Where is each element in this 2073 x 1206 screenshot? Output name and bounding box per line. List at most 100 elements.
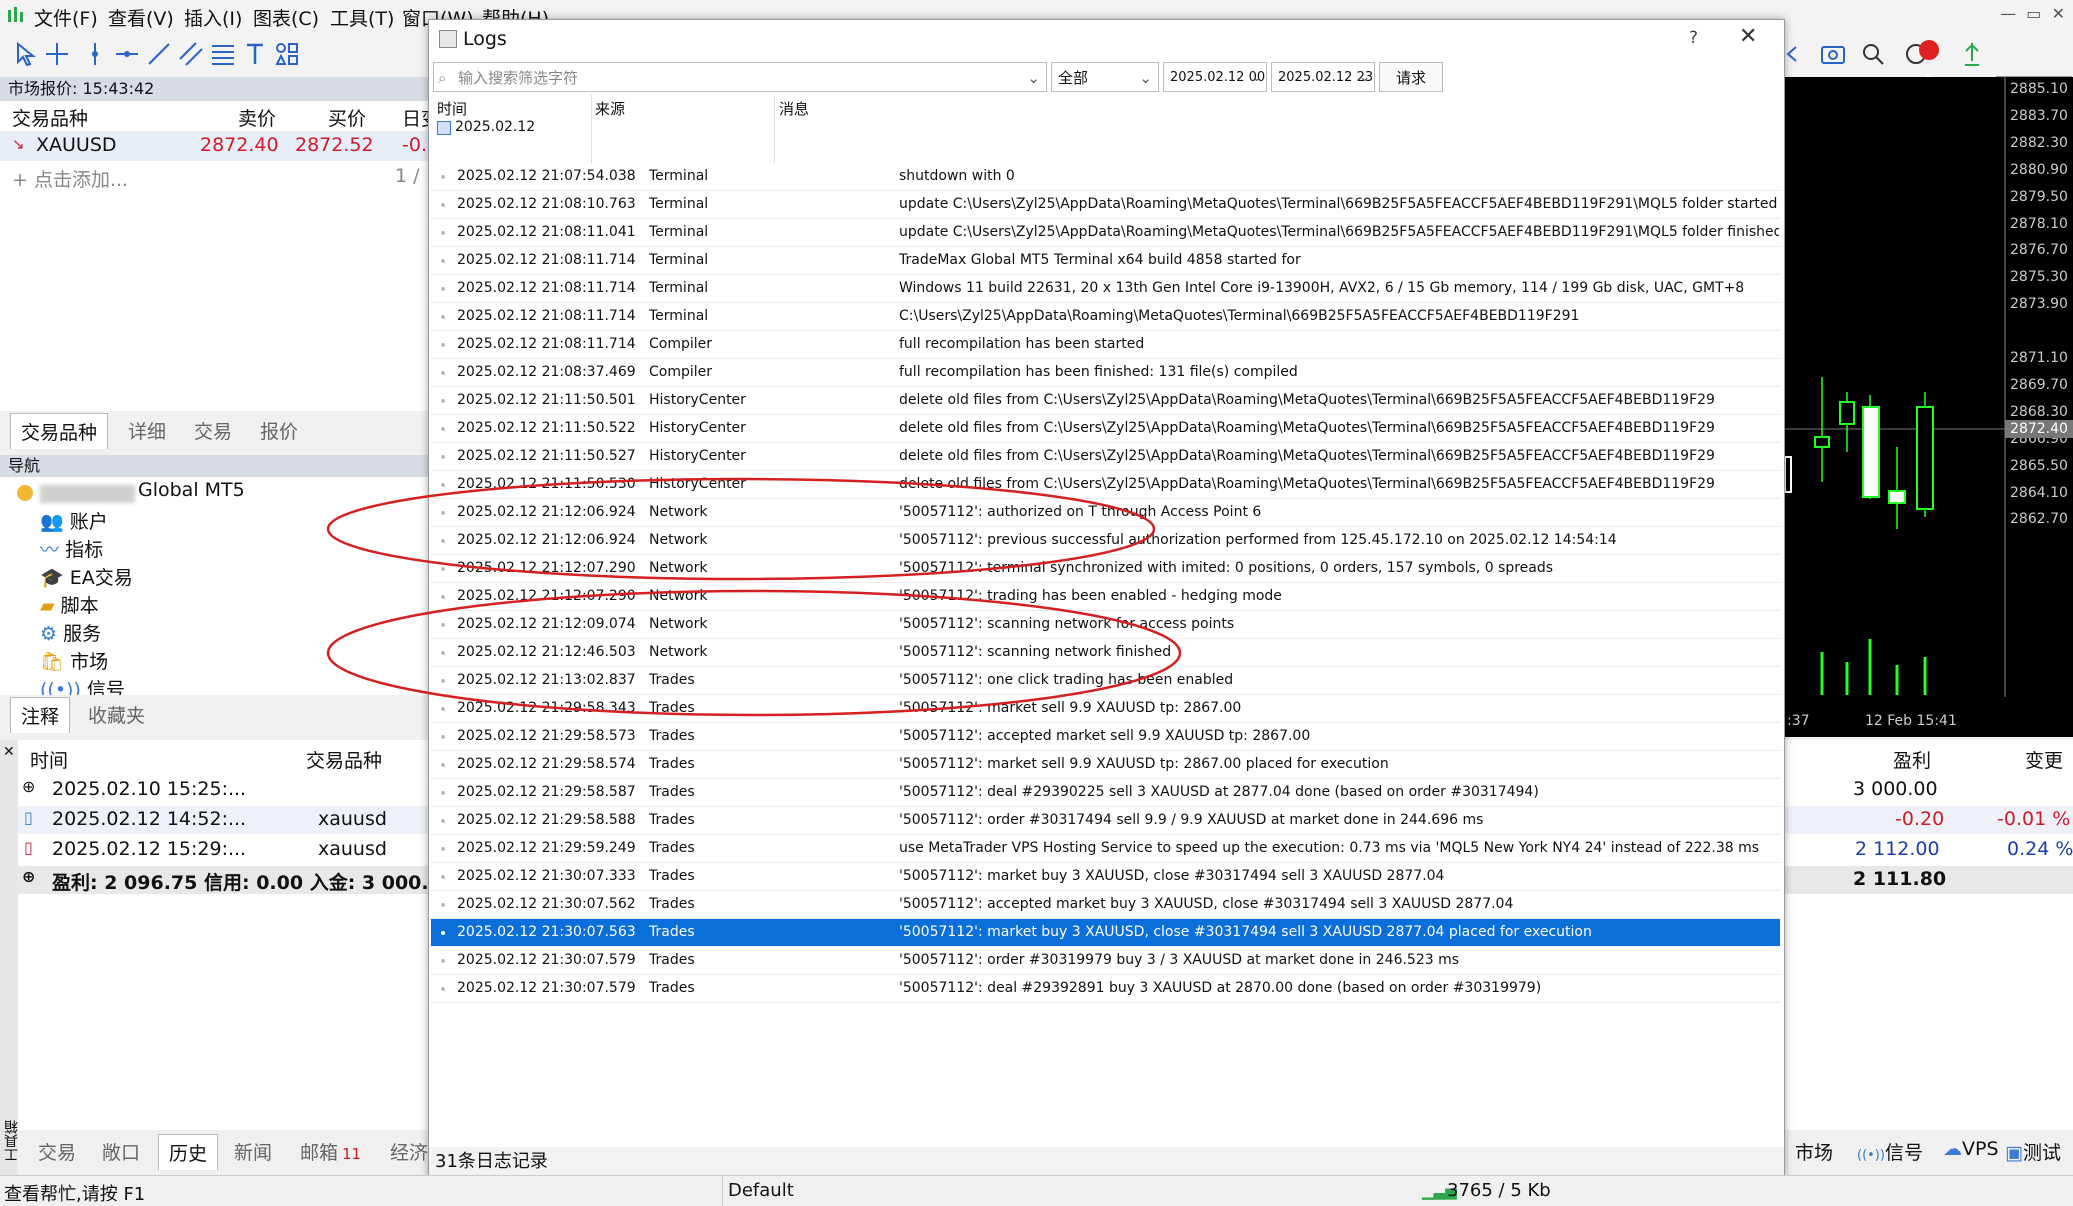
column-source[interactable]: 来源 [595,98,625,119]
log-row[interactable]: 2025.02.12 21:29:58.588 Trades '50057112':… [431,807,1780,835]
signal-strength-icon[interactable] [1957,39,1987,69]
nav-item-indicators[interactable]: 〰 指标 [40,535,103,562]
horizontal-line-icon[interactable] [112,39,142,69]
log-row[interactable]: 2025.02.12 21:30:07.333 Trades '50057112':… [431,863,1780,891]
nav-item-signals[interactable]: ((•)) 信号 [40,675,125,695]
price-tick-label: 2869.70 [2010,376,2068,393]
log-row[interactable]: 2025.02.12 21:11:50.501 HistoryCenter dele… [431,387,1780,415]
log-row[interactable]: 2025.02.12 21:29:58.343 Trades '50057112':… [431,695,1780,723]
market-row-xauusd[interactable]: ↘ XAUUSD 2872.40 2872.52 -0.8 [0,131,439,161]
log-row[interactable]: 2025.02.12 21:11:50.530 HistoryCenter dele… [431,471,1780,499]
tab-mailbox[interactable]: 邮箱 11 [290,1134,371,1169]
log-row[interactable]: 2025.02.12 21:30:07.562 Trades '50057112':… [431,891,1780,919]
log-row[interactable]: 2025.02.12 21:08:11.041 Terminal update C:… [431,219,1780,247]
column-profit[interactable]: 盈利 [1893,746,1931,773]
shapes-icon[interactable] [272,39,302,69]
history-row[interactable]: ▯ 2025.02.12 14:52:... xauusd [18,806,430,834]
column-bid[interactable]: 卖价 [238,104,276,131]
screenshot-icon[interactable] [1818,39,1848,69]
log-row[interactable]: 2025.02.12 21:12:06.924 Network '50057112'… [431,527,1780,555]
log-row[interactable]: 2025.02.12 21:29:58.573 Trades '50057112':… [431,723,1780,751]
log-row[interactable]: 2025.02.12 21:12:06.924 Network '50057112'… [431,499,1780,527]
help-button[interactable]: ? [1689,28,1698,48]
column-time[interactable]: 时间 [437,98,467,119]
log-row[interactable]: 2025.02.12 21:08:10.763 Terminal update C:… [431,191,1780,219]
back-arrow-icon[interactable] [1782,39,1802,69]
log-row[interactable]: 2025.02.12 21:29:58.587 Trades '50057112':… [431,779,1780,807]
tab-news[interactable]: 新闻 [224,1134,282,1169]
search-input[interactable]: ⌕ 输入搜索筛选字符 ⌄ [433,62,1047,92]
menu-insert[interactable]: 插入(I) [184,4,242,31]
log-row[interactable]: 2025.02.12 21:30:07.579 Trades '50057112':… [431,947,1780,975]
log-row[interactable]: 2025.02.12 21:13:02.837 Trades '50057112':… [431,667,1780,695]
tab-history[interactable]: 历史 [158,1134,219,1170]
nav-item-scripts[interactable]: ▰ 脚本 [40,591,99,618]
column-change[interactable]: 变更 [2025,746,2063,773]
tab-exposure[interactable]: 敞口 [92,1134,150,1169]
log-row[interactable]: 2025.02.12 21:29:59.249 Trades use MetaTra… [431,835,1780,863]
log-row[interactable]: 2025.02.12 21:12:09.074 Network '50057112'… [431,611,1780,639]
log-bullet-icon [441,371,445,375]
tab-symbols[interactable]: 交易品种 [10,413,109,449]
nav-item-services[interactable]: ⚙ 服务 [40,619,101,646]
tab-signals[interactable]: ((•))信号 [1847,1134,1933,1169]
dialog-titlebar[interactable]: Logs ? ✕ [429,20,1784,60]
column-symbol[interactable]: 交易品种 [306,746,382,773]
log-row[interactable]: 2025.02.12 21:12:07.290 Network '50057112'… [431,555,1780,583]
history-row[interactable]: ▯ 2025.02.12 15:29:... xauusd [18,836,430,864]
log-row[interactable]: 2025.02.12 21:11:50.527 HistoryCenter dele… [431,443,1780,471]
log-row[interactable]: 2025.02.12 21:12:46.503 Network '50057112'… [431,639,1780,667]
log-row[interactable]: 2025.02.12 21:30:07.579 Trades '50057112':… [431,975,1780,1003]
tab-favorites[interactable]: 收藏夹 [78,697,155,732]
close-icon[interactable]: ✕ [1739,24,1757,49]
log-row[interactable]: 2025.02.12 21:30:07.563 Trades '50057112':… [431,919,1780,947]
vertical-line-icon[interactable] [80,39,110,69]
request-button[interactable]: 请求 [1379,62,1443,92]
date-from-select[interactable]: 2025.02.12 00:00 ⌄ [1163,62,1267,92]
close-icon[interactable]: ✕ [3,744,15,760]
crosshair-icon[interactable] [42,39,72,69]
cursor-icon[interactable] [10,39,40,69]
log-row[interactable]: 2025.02.12 21:08:11.714 Compiler full reco… [431,331,1780,359]
menu-file[interactable]: 文件(F) [34,4,98,31]
tab-market[interactable]: 市场 [1785,1134,1843,1169]
log-row[interactable]: 2025.02.12 21:08:11.714 Terminal Windows 1… [431,275,1780,303]
history-row[interactable]: ⊕ 2025.02.10 15:25:... [18,776,430,804]
search-icon[interactable] [1858,39,1888,69]
log-row[interactable]: 2025.02.12 21:29:58.574 Trades '50057112':… [431,751,1780,779]
tab-trade[interactable]: 交易 [28,1134,86,1169]
date-to-select[interactable]: 2025.02.12 23:59 ⌄ [1271,62,1375,92]
log-row[interactable]: 2025.02.12 21:08:11.714 Terminal C:\Users\… [431,303,1780,331]
log-row[interactable]: 2025.02.12 21:08:37.469 Compiler full reco… [431,359,1780,387]
menu-view[interactable]: 查看(V) [108,4,174,31]
column-ask[interactable]: 买价 [328,104,366,131]
column-message[interactable]: 消息 [779,98,809,119]
text-tool-icon[interactable] [240,39,270,69]
tab-ticks[interactable]: 报价 [250,413,308,448]
log-row[interactable]: 2025.02.12 21:12:07.290 Network '50057112'… [431,583,1780,611]
log-row[interactable]: 2025.02.12 21:08:11.714 Terminal TradeMax … [431,247,1780,275]
source-filter-select[interactable]: 全部 ⌄ [1051,62,1159,92]
add-symbol-link[interactable]: + 点击添加... [12,165,128,192]
column-time[interactable]: 时间 [30,746,68,773]
fibonacci-icon[interactable] [208,39,238,69]
menu-chart[interactable]: 图表(C) [253,4,319,31]
notifications-icon[interactable] [1904,39,1939,69]
log-row[interactable]: 2025.02.12 21:07:54.038 Terminal shutdown … [431,163,1780,191]
nav-item-experts[interactable]: 🎓 EA交易 [40,563,133,590]
channel-icon[interactable] [176,39,206,69]
tab-tester[interactable]: ▣测试 [1995,1134,2071,1169]
navigator-root[interactable]: Global MT5 [138,479,245,501]
menu-tools[interactable]: 工具(T) [330,4,394,31]
log-row[interactable]: 2025.02.12 21:11:50.522 HistoryCenter dele… [431,415,1780,443]
window-controls[interactable]: — ▭ ✕ [2000,4,2065,23]
tab-details[interactable]: 详细 [118,413,176,448]
price-chart[interactable]: 2885.10 2883.70 2882.30 2880.90 2879.50 2878.… [1785,77,2073,737]
tab-trading[interactable]: 交易 [184,413,242,448]
scripts-icon: ▰ [40,595,55,617]
trendline-icon[interactable] [144,39,174,69]
nav-item-market[interactable]: 🛍 市场 [40,647,108,674]
tab-comments[interactable]: 注释 [10,697,71,733]
column-symbol[interactable]: 交易品种 [12,104,88,131]
nav-item-accounts[interactable]: 👥 账户 [40,507,108,534]
